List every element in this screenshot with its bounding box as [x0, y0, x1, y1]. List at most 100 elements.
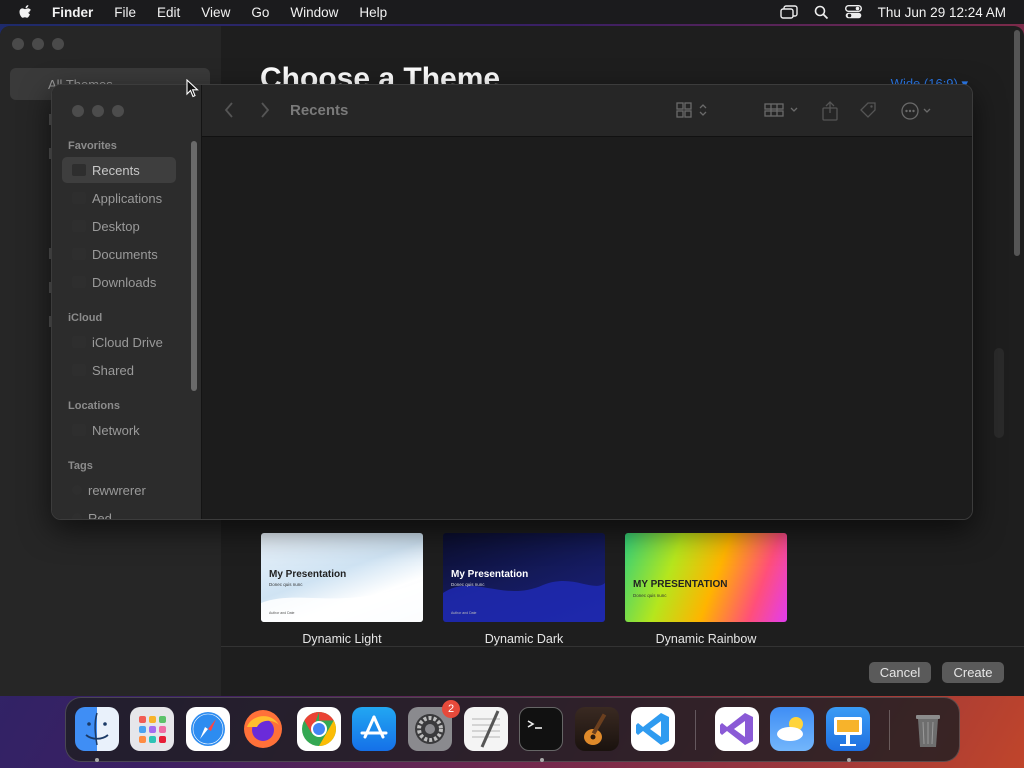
theme-label: Dynamic Dark — [484, 632, 564, 646]
share-icon[interactable] — [821, 101, 839, 121]
menu-go[interactable]: Go — [251, 5, 269, 20]
mouse-pointer-icon — [186, 78, 200, 104]
finder-window-controls — [72, 105, 124, 117]
thumb-author: Author and Date — [451, 611, 477, 615]
notification-badge: 2 — [442, 700, 460, 718]
sidebar-item-label: rewwrerer — [88, 482, 146, 498]
trash-icon[interactable] — [906, 707, 950, 751]
current-location-title: Recents — [290, 102, 349, 119]
sidebar-scrollbar[interactable] — [191, 141, 197, 391]
menu-window[interactable]: Window — [290, 5, 338, 20]
tag-dot-icon — [72, 485, 82, 495]
dock-separator — [889, 710, 890, 750]
zoom-button[interactable] — [52, 38, 64, 50]
sidebar-item-label: Shared — [92, 362, 134, 378]
more-actions-icon[interactable] — [900, 101, 936, 121]
clock-icon — [72, 164, 86, 176]
menu-file[interactable]: File — [114, 5, 136, 20]
apple-menu-icon[interactable] — [18, 4, 36, 21]
minimize-button[interactable] — [32, 38, 44, 50]
finder-open-dialog: Favorites Recents Applications Desktop D… — [51, 84, 973, 520]
sidebar-item-label: Network — [92, 422, 140, 438]
sidebar-item-shared[interactable]: Shared — [62, 357, 176, 383]
theme-thumbnail[interactable]: My Presentation Donec quis nunc Author a… — [443, 533, 605, 622]
finder-toolbar: Recents — [202, 85, 972, 137]
keynote-app-icon[interactable] — [826, 707, 870, 751]
theme-dynamic-dark[interactable]: My Presentation Donec quis nunc Author a… — [443, 533, 605, 646]
menu-help[interactable]: Help — [359, 5, 387, 20]
thumb-subtitle: Donec quis nunc — [269, 582, 303, 587]
garageband-app-icon[interactable] — [575, 707, 619, 751]
sidebar-item-network[interactable]: Network — [62, 417, 176, 443]
back-icon[interactable] — [224, 101, 234, 119]
create-button[interactable]: Create — [942, 662, 1004, 683]
zoom-button[interactable] — [112, 105, 124, 117]
sidebar-item-label: iCloud Drive — [92, 334, 163, 350]
vscode-app-icon[interactable] — [631, 707, 675, 751]
sidebar-item-desktop[interactable]: Desktop — [62, 213, 176, 239]
thumb-title: My Presentation — [269, 569, 347, 580]
running-indicator — [540, 758, 544, 762]
menu-app-name[interactable]: Finder — [52, 5, 93, 20]
theme-dynamic-light[interactable]: My Presentation Donec quis nunc Author a… — [261, 533, 423, 646]
finder-sidebar: Favorites Recents Applications Desktop D… — [52, 85, 202, 520]
dock-separator — [695, 710, 696, 750]
menu-bar: Finder File Edit View Go Window Help Thu… — [0, 0, 1024, 24]
desktop-icon — [72, 220, 86, 232]
globe-icon — [72, 424, 86, 436]
sidebar-item-documents[interactable]: Documents — [62, 241, 176, 267]
visual-studio-app-icon[interactable] — [715, 707, 759, 751]
weather-app-icon[interactable] — [770, 707, 814, 751]
vertical-scrollbar[interactable] — [1014, 30, 1020, 256]
sidebar-header-locations: Locations — [68, 400, 120, 412]
running-indicator — [95, 758, 99, 762]
launchpad-app-icon[interactable] — [130, 707, 174, 751]
screen-mirroring-icon[interactable] — [779, 5, 798, 19]
scrollbar-track — [994, 348, 1004, 438]
sidebar-item-label: Desktop — [92, 218, 140, 234]
textedit-app-icon[interactable] — [464, 707, 508, 751]
spotlight-search-icon[interactable] — [814, 5, 829, 20]
sidebar-item-label: Downloads — [92, 274, 157, 290]
app-store-app-icon[interactable] — [352, 707, 396, 751]
group-by-icon[interactable] — [764, 101, 800, 119]
sidebar-item-label: Red — [88, 510, 112, 520]
sidebar-header-tags: Tags — [68, 460, 93, 472]
menu-view[interactable]: View — [201, 5, 230, 20]
sidebar-header-icloud: iCloud — [68, 312, 103, 324]
thumb-author: Author and Date — [269, 611, 295, 615]
file-browser-area[interactable] — [202, 137, 972, 519]
sidebar-item-tag-red[interactable]: Red — [62, 505, 176, 520]
sidebar-header-favorites: Favorites — [68, 140, 117, 152]
firefox-app-icon[interactable] — [241, 707, 285, 751]
theme-thumbnail[interactable]: My Presentation Donec quis nunc Author a… — [261, 533, 423, 622]
close-button[interactable] — [72, 105, 84, 117]
finder-app-icon[interactable] — [75, 707, 119, 751]
view-grid-icon[interactable] — [676, 101, 710, 119]
forward-icon[interactable] — [260, 101, 270, 119]
terminal-app-icon[interactable] — [519, 707, 563, 751]
minimize-button[interactable] — [92, 105, 104, 117]
menu-edit[interactable]: Edit — [157, 5, 180, 20]
control-center-icon[interactable] — [844, 5, 862, 19]
applications-icon — [72, 192, 86, 204]
thumb-subtitle: Donec quis nunc — [451, 582, 485, 587]
sidebar-item-recents[interactable]: Recents — [62, 157, 176, 183]
theme-thumbnail[interactable]: MY PRESENTATION Donec quis nunc — [625, 533, 787, 622]
close-button[interactable] — [12, 38, 24, 50]
sidebar-item-icloud-drive[interactable]: iCloud Drive — [62, 329, 176, 355]
tag-icon[interactable] — [858, 101, 878, 121]
sidebar-item-tag-rewwrerer[interactable]: rewwrerer — [62, 477, 176, 503]
sidebar-item-label: Recents — [92, 162, 140, 178]
window-controls — [12, 38, 64, 50]
chrome-app-icon[interactable] — [297, 707, 341, 751]
theme-label: Dynamic Light — [302, 632, 382, 646]
sidebar-item-downloads[interactable]: Downloads — [62, 269, 176, 295]
menu-clock[interactable]: Thu Jun 29 12:24 AM — [878, 5, 1006, 20]
sidebar-item-applications[interactable]: Applications — [62, 185, 176, 211]
theme-dynamic-rainbow[interactable]: MY PRESENTATION Donec quis nunc Dynamic … — [625, 533, 787, 646]
cancel-button[interactable]: Cancel — [869, 662, 931, 683]
safari-app-icon[interactable] — [186, 707, 230, 751]
dock: 2 — [65, 697, 960, 762]
running-indicator — [847, 758, 851, 762]
